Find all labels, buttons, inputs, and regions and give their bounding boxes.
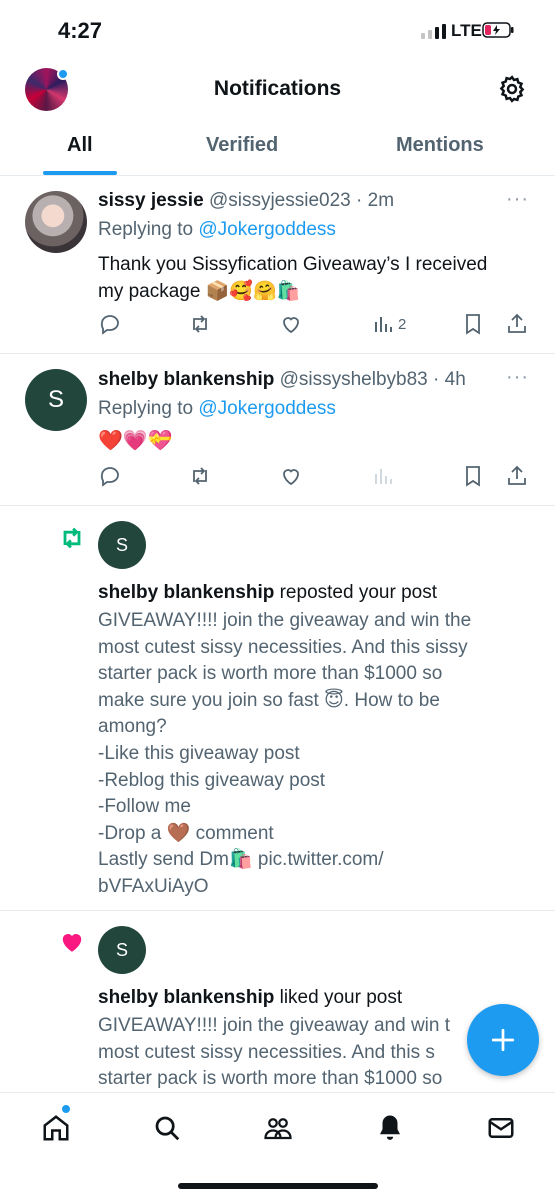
more-options-icon[interactable]: ···: [506, 366, 529, 389]
signal-icon: [421, 24, 446, 39]
post-line: GIVEAWAY!!!! join the giveaway and win t: [98, 1015, 451, 1036]
reply-text-line: my package 📦🥰🤗🛍️: [98, 281, 301, 302]
reply-text-line: Thank you Sissyfication Giveaway’s I rec…: [98, 254, 488, 275]
post-line: among?: [98, 716, 167, 738]
like-notification-icon: [62, 934, 82, 952]
reply-text: ❤️💗💝: [98, 430, 173, 452]
post-preview[interactable]: GIVEAWAY!!!! join the giveaway and win t…: [98, 608, 528, 901]
post-line: bVFAxUiAyO: [98, 875, 209, 897]
divider: [0, 505, 555, 506]
replying-label: Replying to: [98, 219, 194, 240]
battery-icon: [482, 22, 514, 38]
views-count: 2: [398, 316, 407, 333]
share-icon[interactable]: [505, 464, 529, 488]
bookmark-icon[interactable]: [461, 312, 485, 336]
views-icon: [375, 469, 392, 484]
replying-label: Replying to: [98, 398, 194, 419]
replying-to: Replying to @Jokergoddess: [98, 398, 336, 420]
repost-summary: shelby blankenship reposted your post: [98, 579, 437, 606]
action-text: reposted your post: [279, 582, 437, 603]
reply-header: shelby blankenship @sissyshelbyb83 · 4h: [98, 369, 466, 390]
views-icon[interactable]: [371, 312, 395, 336]
avatar[interactable]: [25, 191, 87, 253]
actor-name[interactable]: shelby blankenship: [98, 987, 274, 1008]
repost-icon[interactable]: [188, 464, 212, 488]
home-indicator: [178, 1183, 378, 1189]
action-bar: 2: [0, 312, 555, 340]
post-line: most cutest sissy necessities. And this …: [98, 1041, 435, 1063]
avatar[interactable]: S: [25, 369, 87, 431]
replying-to: Replying to @Jokergoddess: [98, 219, 336, 241]
repost-icon[interactable]: [188, 312, 212, 336]
like-icon[interactable]: [279, 464, 303, 488]
post-preview[interactable]: GIVEAWAY!!!! join the giveaway and win t…: [98, 1013, 528, 1090]
tab-bar: All Verified Mentions: [0, 130, 555, 176]
divider: [0, 910, 555, 911]
repost-notification-icon: [63, 527, 81, 549]
avatar[interactable]: S: [98, 926, 146, 974]
more-options-icon[interactable]: ···: [506, 188, 529, 211]
like-summary: shelby blankenship liked your post: [98, 984, 402, 1011]
search-icon[interactable]: [152, 1113, 182, 1143]
reply-header: sissy jessie @sissyjessie023 · 2m: [98, 190, 395, 211]
mention-link[interactable]: @Jokergoddess: [198, 219, 336, 240]
action-text: liked your post: [279, 987, 403, 1008]
plus-icon: [491, 1028, 515, 1052]
actor-name[interactable]: shelby blankenship: [98, 582, 274, 603]
reply-text: Thank you Sissyfication Giveaway’s I rec…: [98, 251, 487, 305]
action-bar: [0, 464, 555, 492]
handle: @sissyshelbyb83: [279, 369, 428, 390]
post-line: GIVEAWAY!!!! join the giveaway and win t…: [98, 610, 472, 631]
messages-icon[interactable]: [486, 1113, 516, 1143]
tab-mentions[interactable]: Mentions: [396, 134, 484, 157]
network-label: LTE: [451, 21, 482, 40]
communities-icon[interactable]: [263, 1113, 293, 1143]
settings-gear-icon[interactable]: [497, 74, 527, 104]
page-title: Notifications: [213, 77, 342, 100]
post-line: make sure you join so fast 😇. How to be: [98, 689, 440, 711]
handle: @sissyjessie023: [208, 190, 351, 211]
share-icon[interactable]: [505, 312, 529, 336]
post-line: -Reblog this giveaway post: [98, 769, 326, 791]
divider: [0, 353, 555, 354]
timestamp: 2m: [367, 190, 395, 211]
notifications-icon[interactable]: [375, 1113, 405, 1143]
post-line: starter pack is worth more than $1000 so: [98, 663, 443, 685]
bookmark-icon[interactable]: [461, 464, 485, 488]
timestamp: 4h: [444, 369, 466, 390]
divider: [0, 175, 555, 176]
post-line: -Drop a 🤎 comment: [98, 822, 274, 844]
display-name[interactable]: shelby blankenship: [98, 369, 274, 390]
reply-icon[interactable]: [98, 464, 122, 488]
like-icon[interactable]: [279, 312, 303, 336]
post-line: most cutest sissy necessities. And this …: [98, 636, 468, 658]
tab-all[interactable]: All: [67, 134, 93, 157]
tab-verified[interactable]: Verified: [206, 134, 278, 157]
mention-link[interactable]: @Jokergoddess: [198, 398, 336, 419]
display-name[interactable]: sissy jessie: [98, 190, 204, 211]
home-badge-dot: [60, 1103, 72, 1115]
avatar[interactable]: S: [98, 521, 146, 569]
compose-button[interactable]: [467, 1004, 539, 1076]
post-line: -Follow me: [98, 796, 191, 818]
post-line: -Like this giveaway post: [98, 742, 300, 764]
reply-icon[interactable]: [98, 312, 122, 336]
post-line: Lastly send Dm🛍️ pic.twitter.com/: [98, 849, 384, 871]
home-icon[interactable]: [41, 1113, 71, 1143]
status-time: 4:27: [58, 18, 103, 43]
post-line: starter pack is worth more than $1000 so: [98, 1068, 443, 1090]
